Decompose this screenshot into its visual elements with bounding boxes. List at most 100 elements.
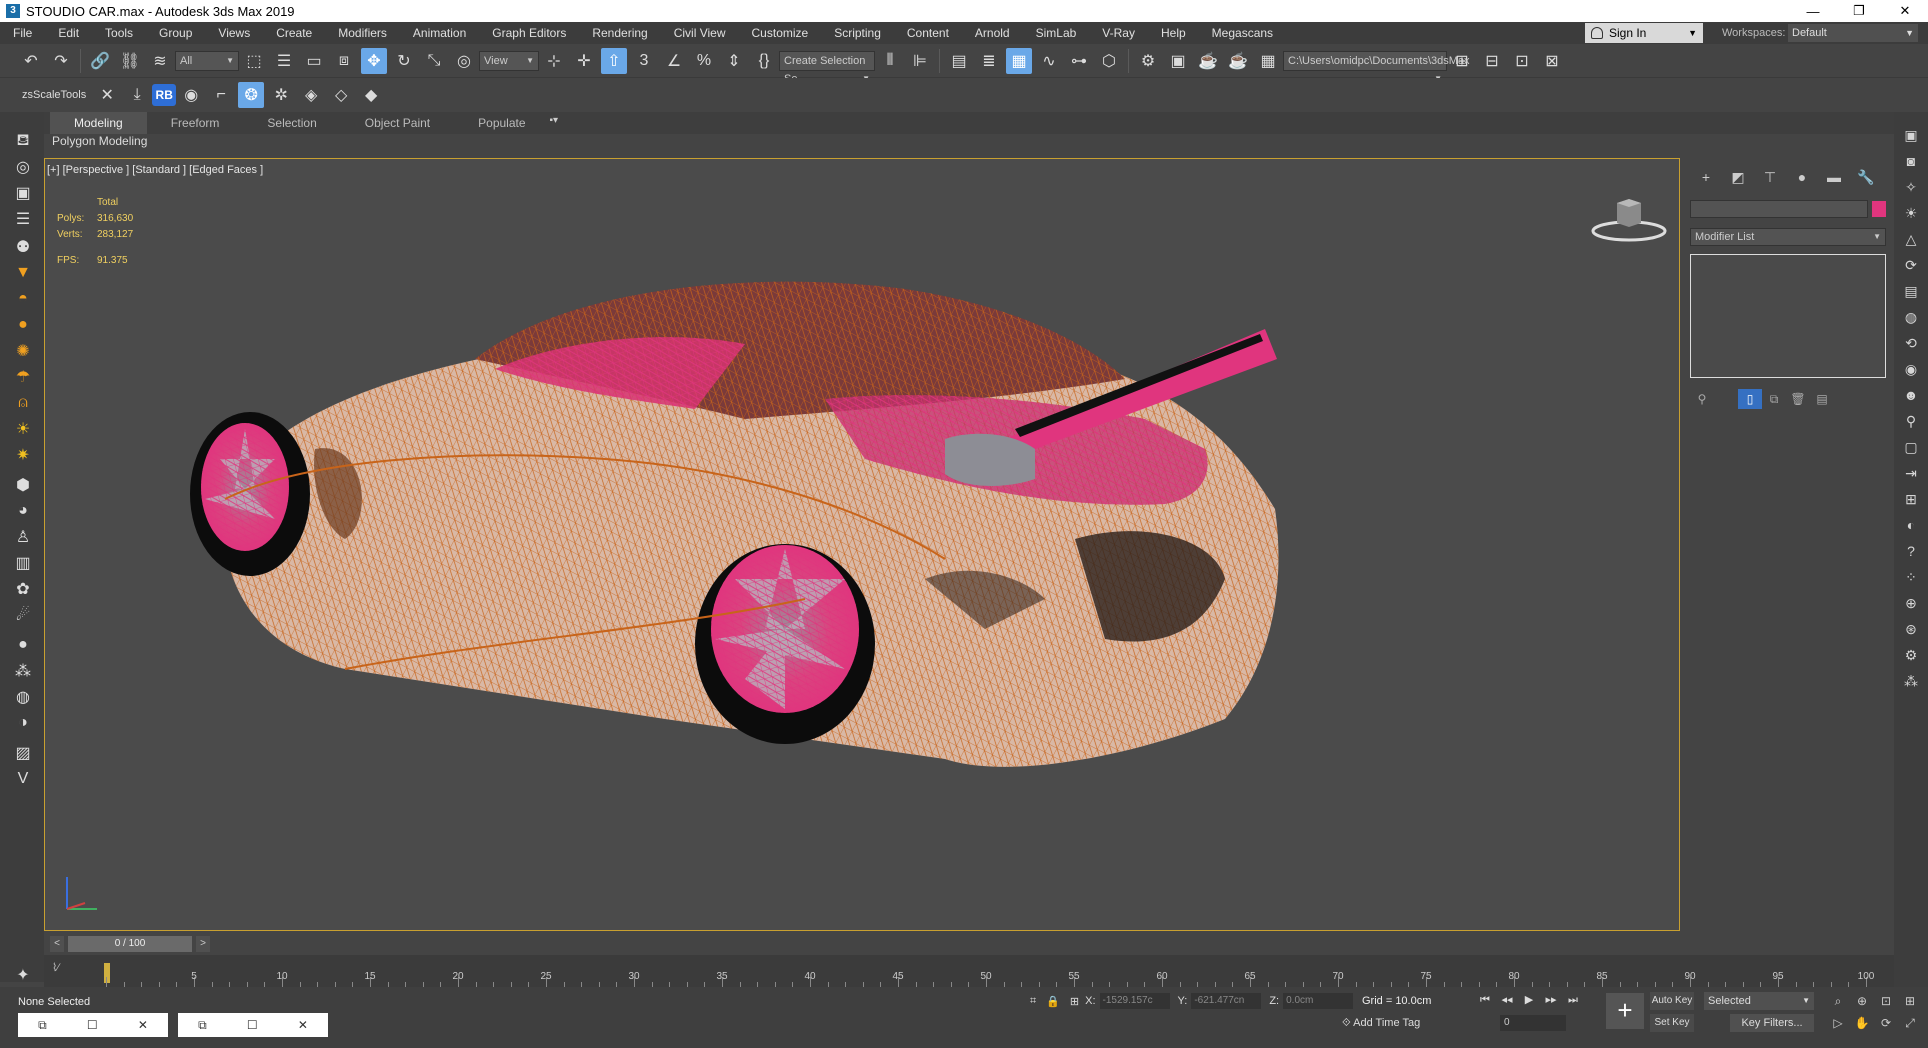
mirror-icon[interactable]: ⫴ [877, 48, 903, 74]
lock-icon[interactable]: 🔒 [1046, 995, 1060, 1008]
collapse-icon[interactable]: ✕ [94, 82, 120, 108]
settings-icon[interactable]: ⚙ [1900, 644, 1922, 666]
material-set-icon[interactable]: ⁂ [12, 660, 34, 682]
render-iterative-icon[interactable]: ☕ [1225, 48, 1251, 74]
material-ball-icon[interactable]: ● [12, 634, 34, 656]
curve-editor-icon[interactable]: ∿ [1036, 48, 1062, 74]
restore-icon[interactable]: ☐ [87, 1018, 98, 1032]
spinner-snap-icon[interactable]: ⇕ [721, 48, 747, 74]
auto-key-button[interactable]: Auto Key [1650, 992, 1694, 1010]
head-icon[interactable]: ☻ [1900, 384, 1922, 406]
minimized-window-2[interactable]: ⧉ ☐ ✕ [178, 1013, 328, 1037]
play-icon[interactable]: ▶ [1518, 991, 1540, 1009]
angle-snap-icon[interactable]: ∠ [661, 48, 687, 74]
menu-rendering[interactable]: Rendering [579, 22, 660, 44]
isolate-icon[interactable]: ⌗ [1030, 995, 1036, 1008]
minimize-button[interactable]: — [1790, 0, 1836, 22]
select-object-icon[interactable]: ⬚ [241, 48, 267, 74]
menu-graph-editors[interactable]: Graph Editors [479, 22, 579, 44]
sync-icon[interactable]: ⟲ [1900, 332, 1922, 354]
named-selection-dropdown[interactable]: Create Selection Se ▼ [779, 50, 875, 85]
keyboard-shortcut-override-icon[interactable]: ⇧ [601, 47, 627, 74]
figure-icon[interactable]: ♙ [12, 526, 34, 548]
selection-filter-dropdown[interactable]: All ▼ [175, 50, 239, 71]
schematic-view-icon[interactable]: ⊶ [1066, 48, 1092, 74]
select-scale-icon[interactable]: ⤡ [421, 48, 447, 74]
maximize-viewport-icon[interactable]: ⤢ [1898, 1013, 1922, 1033]
close-icon[interactable]: ✕ [138, 1018, 148, 1032]
render-production-icon[interactable]: ☕ [1195, 48, 1221, 74]
y-coordinate-field[interactable]: -621.477cn [1191, 993, 1262, 1009]
geosphere-icon[interactable]: ✺ [12, 340, 34, 362]
modifier-list-dropdown[interactable]: Modifier List ▼ [1690, 228, 1886, 246]
absolute-mode-icon[interactable]: ⊞ [1070, 995, 1079, 1008]
grid-nodes-icon[interactable]: ⁂ [1900, 670, 1922, 692]
target-icon[interactable]: ⊕ [1900, 592, 1922, 614]
sign-in-button[interactable]: Sign In ▼ [1585, 23, 1703, 43]
undo-icon[interactable]: ↶ [18, 48, 44, 74]
workspace-dropdown[interactable]: Default ▼ [1788, 24, 1918, 42]
script-tool-a-icon[interactable]: ❂ [238, 82, 265, 108]
menu-scripting[interactable]: Scripting [821, 22, 894, 44]
modify-tab-icon[interactable]: ◩ [1722, 166, 1754, 188]
menu-create[interactable]: Create [263, 22, 325, 44]
next-frame-icon[interactable]: ▸▸ [1540, 991, 1562, 1009]
window-crossing-icon[interactable]: ⧈ [331, 48, 357, 74]
redo-icon[interactable]: ↷ [48, 48, 74, 74]
x-coordinate-field[interactable]: -1529.157c [1099, 993, 1170, 1009]
configure-modifier-sets-icon[interactable]: ▤ [1810, 389, 1834, 409]
layer-explorer-icon[interactable]: ≣ [976, 48, 1002, 74]
key-mode-dropdown[interactable]: Selected ▼ [1704, 992, 1814, 1010]
cone-light-icon[interactable]: △ [1900, 228, 1922, 250]
render-setup-icon[interactable]: ⚙ [1135, 48, 1161, 74]
select-manipulate-icon[interactable]: ✛ [571, 48, 597, 74]
bell-light-icon[interactable]: ⍝ [12, 392, 34, 414]
set-keys-button[interactable]: + [1606, 993, 1644, 1029]
grass-icon[interactable]: ✿ [12, 578, 34, 600]
object-name-field[interactable] [1690, 200, 1868, 218]
utilities-tab-icon[interactable]: 🔧 [1850, 166, 1882, 188]
list-icon[interactable]: ☰ [12, 208, 34, 230]
car-model[interactable] [45, 159, 1680, 931]
menu-simlab[interactable]: SimLab [1023, 22, 1090, 44]
download-icon[interactable]: ⤓ [124, 82, 150, 108]
go-to-start-icon[interactable]: ⏮ [1474, 991, 1496, 1009]
tab-populate[interactable]: Populate [454, 112, 549, 134]
prev-frame-button[interactable]: < [50, 936, 64, 952]
display-tab-icon[interactable]: ▬ [1818, 166, 1850, 188]
field-of-view-icon[interactable]: ▷ [1826, 1013, 1850, 1033]
pivot-icon[interactable]: ⊛ [1900, 618, 1922, 640]
restore-button[interactable]: ❐ [1836, 0, 1882, 22]
z-coordinate-field[interactable]: 0.0cm [1283, 993, 1354, 1009]
next-frame-button[interactable]: > [196, 936, 210, 952]
project-save-icon[interactable]: ⊡ [1509, 48, 1535, 74]
make-unique-icon[interactable]: ⧉ [1762, 389, 1786, 409]
project-open-icon[interactable]: ⊟ [1479, 48, 1505, 74]
zoom-extents-icon[interactable]: ⊡ [1874, 991, 1898, 1011]
layers-icon[interactable]: ⊞ [1900, 488, 1922, 510]
menu-megascans[interactable]: Megascans [1199, 22, 1286, 44]
sun-setting-icon[interactable]: ☀ [1900, 202, 1922, 224]
hemisphere-icon[interactable]: ◓ [12, 288, 34, 310]
tab-modeling[interactable]: Modeling [50, 112, 147, 134]
zs-scale-tools-label[interactable]: zsScaleTools [16, 89, 92, 101]
motion-tab-icon[interactable]: ● [1786, 166, 1818, 188]
rectangular-selection-icon[interactable]: ▭ [301, 48, 327, 74]
box-icon[interactable]: ▣ [12, 182, 34, 204]
minimized-window-1[interactable]: ⧉ ☐ ✕ [18, 1013, 168, 1037]
sky-light-icon[interactable]: ✷ [12, 444, 34, 466]
track-bar[interactable]: ⌇∕ 5 10 15 20 25 30 35 40 45 50 55 60 65 70 75 80 85 90 95… [44, 955, 1894, 987]
menu-help[interactable]: Help [1148, 22, 1199, 44]
eye-icon[interactable]: ◐ [1900, 514, 1922, 536]
zoom-extents-all-icon[interactable]: ⊞ [1898, 991, 1922, 1011]
tab-selection[interactable]: Selection [243, 112, 340, 134]
menu-animation[interactable]: Animation [400, 22, 479, 44]
palette-icon[interactable]: ◍ [12, 686, 34, 708]
align-icon[interactable]: ⊫ [907, 48, 933, 74]
script-tool-d-icon[interactable]: ◇ [328, 82, 354, 108]
current-frame-field[interactable]: 0 [1500, 1015, 1566, 1031]
tab-freeform[interactable]: Freeform [147, 112, 244, 134]
pan-icon[interactable]: ✋ [1850, 1013, 1874, 1033]
select-by-name-icon[interactable]: ☰ [271, 48, 297, 74]
light-bulb-icon[interactable]: ✧ [1900, 176, 1922, 198]
